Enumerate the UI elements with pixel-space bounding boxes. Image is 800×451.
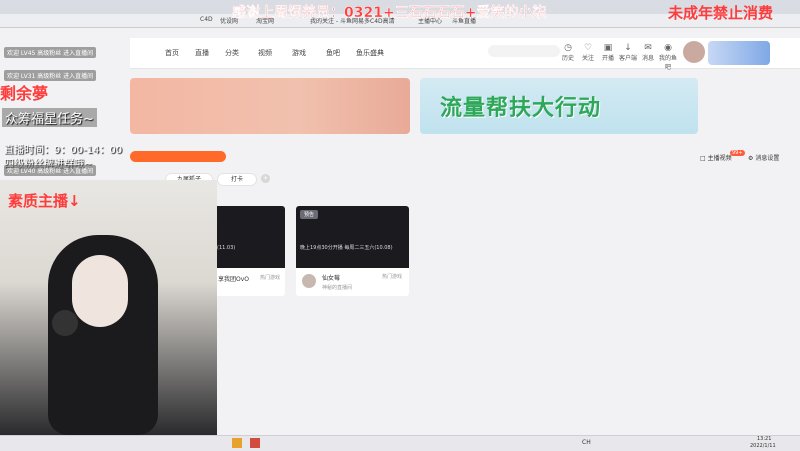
monitor-icon: □ xyxy=(700,155,706,162)
taskbar-app-icon[interactable] xyxy=(232,438,242,448)
nav-yuba[interactable]: 鱼吧 xyxy=(326,48,340,58)
nav-festival[interactable]: 鱼乐盛典 xyxy=(356,48,384,58)
festival-logo xyxy=(708,41,770,65)
nav-home[interactable]: 首页 xyxy=(165,48,179,58)
heart-icon: ♡ xyxy=(583,43,593,53)
chat-message: 欢迎 LV45 高级粉丝 进入直播间 xyxy=(4,47,97,58)
search-input[interactable] xyxy=(488,45,560,57)
pin-icon: ◉ xyxy=(664,43,672,53)
follow-button[interactable]: ♡ 关注 xyxy=(578,43,598,62)
bell-icon: ✉ xyxy=(644,43,652,53)
nav-live[interactable]: 直播 xyxy=(195,48,209,58)
messages-button[interactable]: ✉ 消息 xyxy=(638,43,658,62)
room-tag: 热门游戏 xyxy=(382,274,403,280)
room-tag: 热门游戏 xyxy=(260,275,281,281)
room-subtitle: 神秘的直播间 xyxy=(322,285,353,291)
clock-icon: ◷ xyxy=(564,43,572,53)
streamer-label: 素质主播↓ xyxy=(8,192,81,210)
download-icon: ↓ xyxy=(624,43,632,53)
avatar xyxy=(302,274,316,288)
avatar[interactable] xyxy=(683,41,705,63)
room-card[interactable]: 预告 晚上19点30分开播 每周二三五六(10.08) 仙女莓 神秘的直播间 热… xyxy=(296,206,409,296)
filter-pill[interactable]: 打卡 xyxy=(217,173,257,186)
nav-games[interactable]: 游戏 xyxy=(292,48,306,58)
start-stream-button[interactable]: ▣ 开播 xyxy=(598,43,618,62)
microphone xyxy=(52,310,78,336)
preview-badge: 预告 xyxy=(300,210,319,219)
task-text: 众筹福星任务~ xyxy=(2,108,97,127)
schedule-line: 直播时间：9：00-14：00 xyxy=(4,145,123,156)
banner-title: 流量帮扶大行动 xyxy=(440,96,602,121)
minor-notice: 未成年禁止消费 xyxy=(668,4,774,22)
nav-category[interactable]: 分类 xyxy=(225,48,239,58)
anchor-video-link[interactable]: □ 主播视频 xyxy=(700,153,732,162)
my-yuba-button[interactable]: ◉ 我的鱼吧 xyxy=(658,43,678,71)
taskbar-app-icon[interactable] xyxy=(250,438,260,448)
schedule-text: 晚上19点30分开播 每周二三五六(10.08) xyxy=(300,245,393,251)
history-button[interactable]: ◷ 历史 xyxy=(558,43,578,62)
thanks-banner: 感谢上周饲养员：0321+三石石石石+爱笑的小柒 xyxy=(232,5,547,21)
message-settings-link[interactable]: ⚙ 消息设置 xyxy=(748,153,779,162)
clock-time: 13:21 xyxy=(757,436,772,442)
site-header: 首页 直播 分类 视频 游戏 鱼吧 鱼乐盛典 ◷ 历史 ♡ 关注 ▣ 开播 ↓ 客户端 … xyxy=(130,38,800,71)
webcam-face xyxy=(72,255,128,327)
nav-video[interactable]: 视频 xyxy=(258,48,272,58)
gear-icon: ⚙ xyxy=(748,155,754,162)
streamer-name: 仙女莓 xyxy=(322,275,341,282)
taskbar: CH 13:21 2022/1/11 xyxy=(0,435,800,451)
chat-message: 欢迎 LV40 高级粉丝 进入直播间 xyxy=(4,165,97,176)
event-strip[interactable] xyxy=(130,151,226,162)
streamer-name: 享我团OvO xyxy=(218,276,249,283)
client-button[interactable]: ↓ 客户端 xyxy=(618,43,638,62)
clock-date: 2022/1/11 xyxy=(750,443,776,449)
notification-badge: 99+ xyxy=(730,150,745,156)
add-filter-icon[interactable]: + xyxy=(261,174,270,183)
camera-icon: ▣ xyxy=(603,43,613,53)
overlay-red-text: 剩余夢 xyxy=(0,84,49,103)
bookmark-item[interactable]: C4D xyxy=(200,16,213,23)
promo-banner-left[interactable] xyxy=(130,78,410,134)
ime-indicator[interactable]: CH xyxy=(582,439,591,446)
